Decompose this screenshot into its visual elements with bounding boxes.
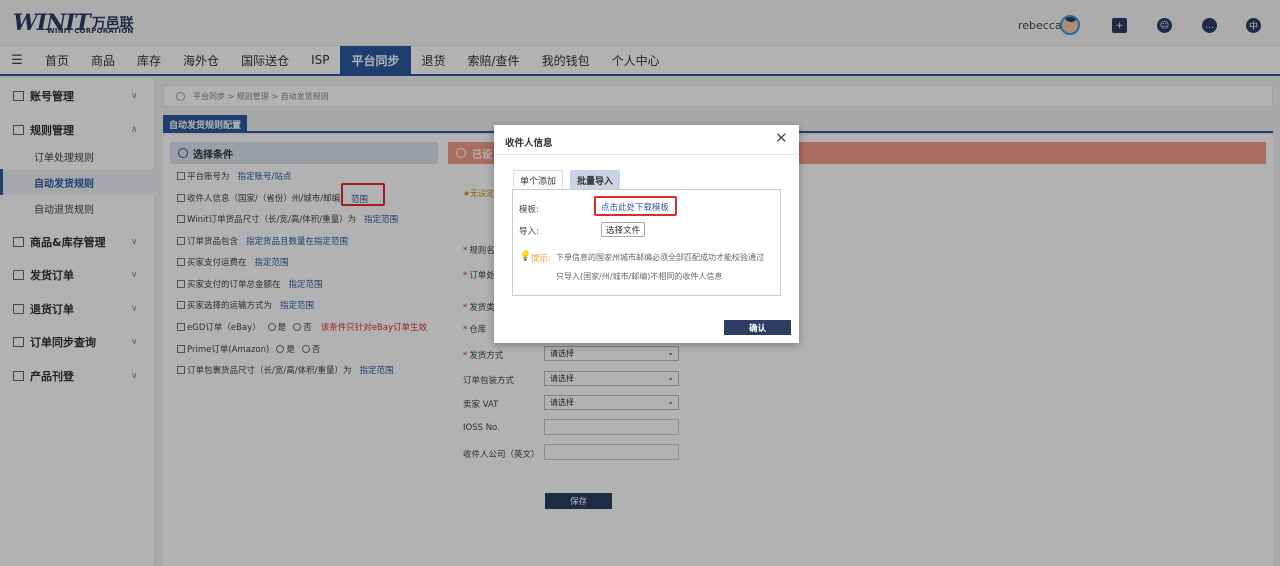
confirm-button[interactable]: 确认 [724, 320, 791, 335]
choose-file-button[interactable]: 选择文件 [601, 222, 645, 237]
tip-line-1: 下单信息的国家州城市邮编必须全部匹配成功才能校验通过 [556, 253, 764, 262]
import-label: 导入: [519, 227, 539, 237]
close-icon[interactable]: ✕ [775, 131, 788, 146]
template-label: 模板: [519, 205, 539, 215]
tab-batch-import[interactable]: 批量导入 [570, 170, 621, 189]
tip-line-2: 只导入(国家/州/城市/邮编)不相同的收件人信息 [556, 272, 723, 281]
highlight-template-box [594, 196, 677, 216]
divider [494, 154, 799, 155]
lightbulb-icon: 💡 [519, 251, 532, 262]
recipient-info-modal: 收件人信息 ✕ 单个添加 批量导入 模板: 点击此处下载模板 导入: 选择文件 … [494, 125, 799, 343]
modal-title: 收件人信息 [505, 138, 553, 149]
tab-single-add[interactable]: 单个添加 [513, 170, 564, 189]
tip-label: 提示: [531, 254, 551, 264]
